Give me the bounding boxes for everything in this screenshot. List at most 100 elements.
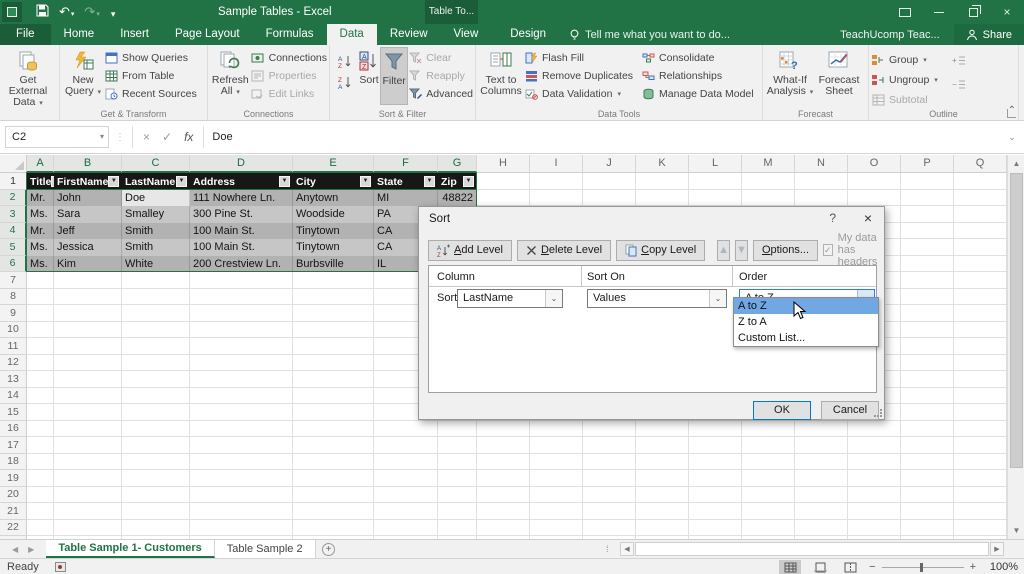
column-header-O[interactable]: O (848, 155, 901, 173)
scroll-up-icon[interactable]: ▲ (1008, 155, 1024, 172)
add-level-button[interactable]: AZ Add Level (428, 240, 512, 261)
row-header-5[interactable]: 5 (0, 239, 27, 256)
column-header-M[interactable]: M (742, 155, 795, 173)
table-cell[interactable]: 48822 (438, 190, 477, 207)
tab-scroll-splitter[interactable]: ⁞ (606, 540, 609, 558)
tab-page-layout[interactable]: Page Layout (162, 24, 253, 45)
row-header-7[interactable]: 7 (0, 272, 27, 289)
tell-me-box[interactable]: Tell me what you want to do... (569, 24, 730, 45)
page-break-view-icon[interactable] (839, 560, 861, 574)
new-query-button[interactable]: New Query ▾ (62, 47, 104, 105)
relationships-button[interactable]: Relationships (641, 68, 754, 84)
column-header-A[interactable]: A (27, 155, 54, 173)
scroll-left-icon[interactable]: ◀ (620, 542, 634, 556)
column-header-Q[interactable]: Q (954, 155, 1007, 173)
recent-sources-button[interactable]: Recent Sources (104, 86, 197, 102)
options-button[interactable]: Options... (753, 240, 818, 261)
row-header-16[interactable]: 16 (0, 421, 27, 438)
column-header-L[interactable]: L (689, 155, 742, 173)
from-table-button[interactable]: From Table (104, 68, 197, 84)
filter-dropdown-icon[interactable]: ▼ (176, 176, 187, 187)
column-header-F[interactable]: F (374, 155, 438, 173)
manage-data-model-button[interactable]: Manage Data Model (641, 86, 754, 102)
row-header-1[interactable]: 1 (0, 173, 27, 190)
row-header-18[interactable]: 18 (0, 454, 27, 471)
table-cell[interactable]: Tinytown (293, 223, 374, 240)
ribbon-display-options-icon[interactable] (888, 0, 922, 24)
subtotal-button[interactable]: Subtotal (871, 92, 938, 108)
sheet-tab-sample2[interactable]: Table Sample 2 (215, 540, 316, 558)
tab-insert[interactable]: Insert (107, 24, 162, 45)
scroll-down-icon[interactable]: ▼ (1008, 522, 1024, 539)
column-header-I[interactable]: I (530, 155, 583, 173)
dialog-close-icon[interactable]: × (864, 210, 872, 226)
data-validation-button[interactable]: Data Validation ▾ (524, 86, 633, 102)
table-cell[interactable]: Smalley (122, 206, 190, 223)
record-macro-icon[interactable] (55, 562, 66, 572)
scroll-right-icon[interactable]: ▶ (990, 542, 1004, 556)
expand-formula-bar-icon[interactable]: ⌄ (1000, 132, 1024, 143)
show-queries-button[interactable]: Show Queries (104, 50, 197, 66)
filter-dropdown-icon[interactable]: ▼ (279, 176, 290, 187)
table-cell[interactable]: Smith (122, 223, 190, 240)
filter-button[interactable]: Filter (380, 47, 408, 105)
horizontal-scrollbar[interactable]: ◀ ▶ (620, 542, 1004, 556)
tab-file[interactable]: File (0, 24, 51, 45)
text-to-columns-button[interactable]: Text to Columns (478, 47, 524, 105)
cancel-button[interactable]: Cancel (821, 401, 879, 420)
name-box[interactable]: C2 ▾ (5, 126, 109, 148)
row-header-6[interactable]: 6 (0, 256, 27, 273)
enter-entry-icon[interactable]: ✓ (162, 130, 172, 144)
column-header-N[interactable]: N (795, 155, 848, 173)
copy-level-button[interactable]: Copy Level (616, 240, 705, 261)
cancel-entry-icon[interactable]: × (143, 130, 150, 144)
customize-qat-icon[interactable]: ▾ (110, 5, 116, 20)
sort-descending-button[interactable]: ZA (334, 73, 356, 91)
tab-design[interactable]: Design (497, 24, 559, 45)
select-all-corner[interactable] (0, 155, 27, 173)
undo-icon[interactable]: ↶▾ (59, 4, 74, 20)
table-header-zip[interactable]: Zip▼ (438, 173, 477, 190)
page-layout-view-icon[interactable] (809, 560, 831, 574)
table-cell[interactable]: Woodside (293, 206, 374, 223)
table-cell[interactable]: 300 Pine St. (190, 206, 293, 223)
dialog-help-icon[interactable]: ? (829, 211, 836, 225)
forecast-sheet-button[interactable]: Forecast Sheet (815, 47, 863, 105)
tab-data[interactable]: Data (327, 24, 377, 45)
table-cell[interactable]: Kim (54, 256, 122, 273)
table-cell[interactable]: Jessica (54, 239, 122, 256)
row-header-17[interactable]: 17 (0, 437, 27, 454)
row-header-12[interactable]: 12 (0, 355, 27, 372)
table-cell[interactable]: 100 Main St. (190, 239, 293, 256)
row-header-10[interactable]: 10 (0, 322, 27, 339)
row-header-20[interactable]: 20 (0, 487, 27, 504)
sort-on-select[interactable]: Values⌄ (587, 289, 727, 308)
table-header-lastname[interactable]: LastName▼ (122, 173, 190, 190)
formula-input[interactable]: Doe (204, 126, 1000, 148)
edit-links-button[interactable]: Edit Links (251, 86, 327, 102)
restore-icon[interactable] (956, 0, 990, 24)
close-icon[interactable]: × (990, 0, 1024, 24)
tab-formulas[interactable]: Formulas (253, 24, 327, 45)
vertical-scroll-thumb[interactable] (1010, 173, 1023, 468)
table-header-address[interactable]: Address▼ (190, 173, 293, 190)
zoom-slider-thumb[interactable] (920, 563, 923, 572)
sort-by-column-select[interactable]: LastName⌄ (457, 289, 563, 308)
column-header-B[interactable]: B (54, 155, 122, 173)
table-header-state[interactable]: State▼ (374, 173, 438, 190)
column-header-D[interactable]: D (190, 155, 293, 173)
table-header-title[interactable]: Title▼ (27, 173, 54, 190)
minimize-icon[interactable] (922, 0, 956, 24)
table-cell[interactable]: Tinytown (293, 239, 374, 256)
sheet-tab-customers[interactable]: Table Sample 1- Customers (46, 540, 214, 558)
table-cell[interactable]: Sara (54, 206, 122, 223)
normal-view-icon[interactable] (779, 560, 801, 574)
collapse-ribbon-icon[interactable]: ⌃ (1008, 105, 1016, 116)
row-header-4[interactable]: 4 (0, 223, 27, 240)
table-cell[interactable]: John (54, 190, 122, 207)
table-cell[interactable]: 100 Main St. (190, 223, 293, 240)
row-header-13[interactable]: 13 (0, 371, 27, 388)
dialog-resize-grip[interactable] (874, 409, 882, 417)
vertical-scrollbar[interactable]: ▲ ▼ (1007, 155, 1024, 539)
remove-duplicates-button[interactable]: Remove Duplicates (524, 68, 633, 84)
